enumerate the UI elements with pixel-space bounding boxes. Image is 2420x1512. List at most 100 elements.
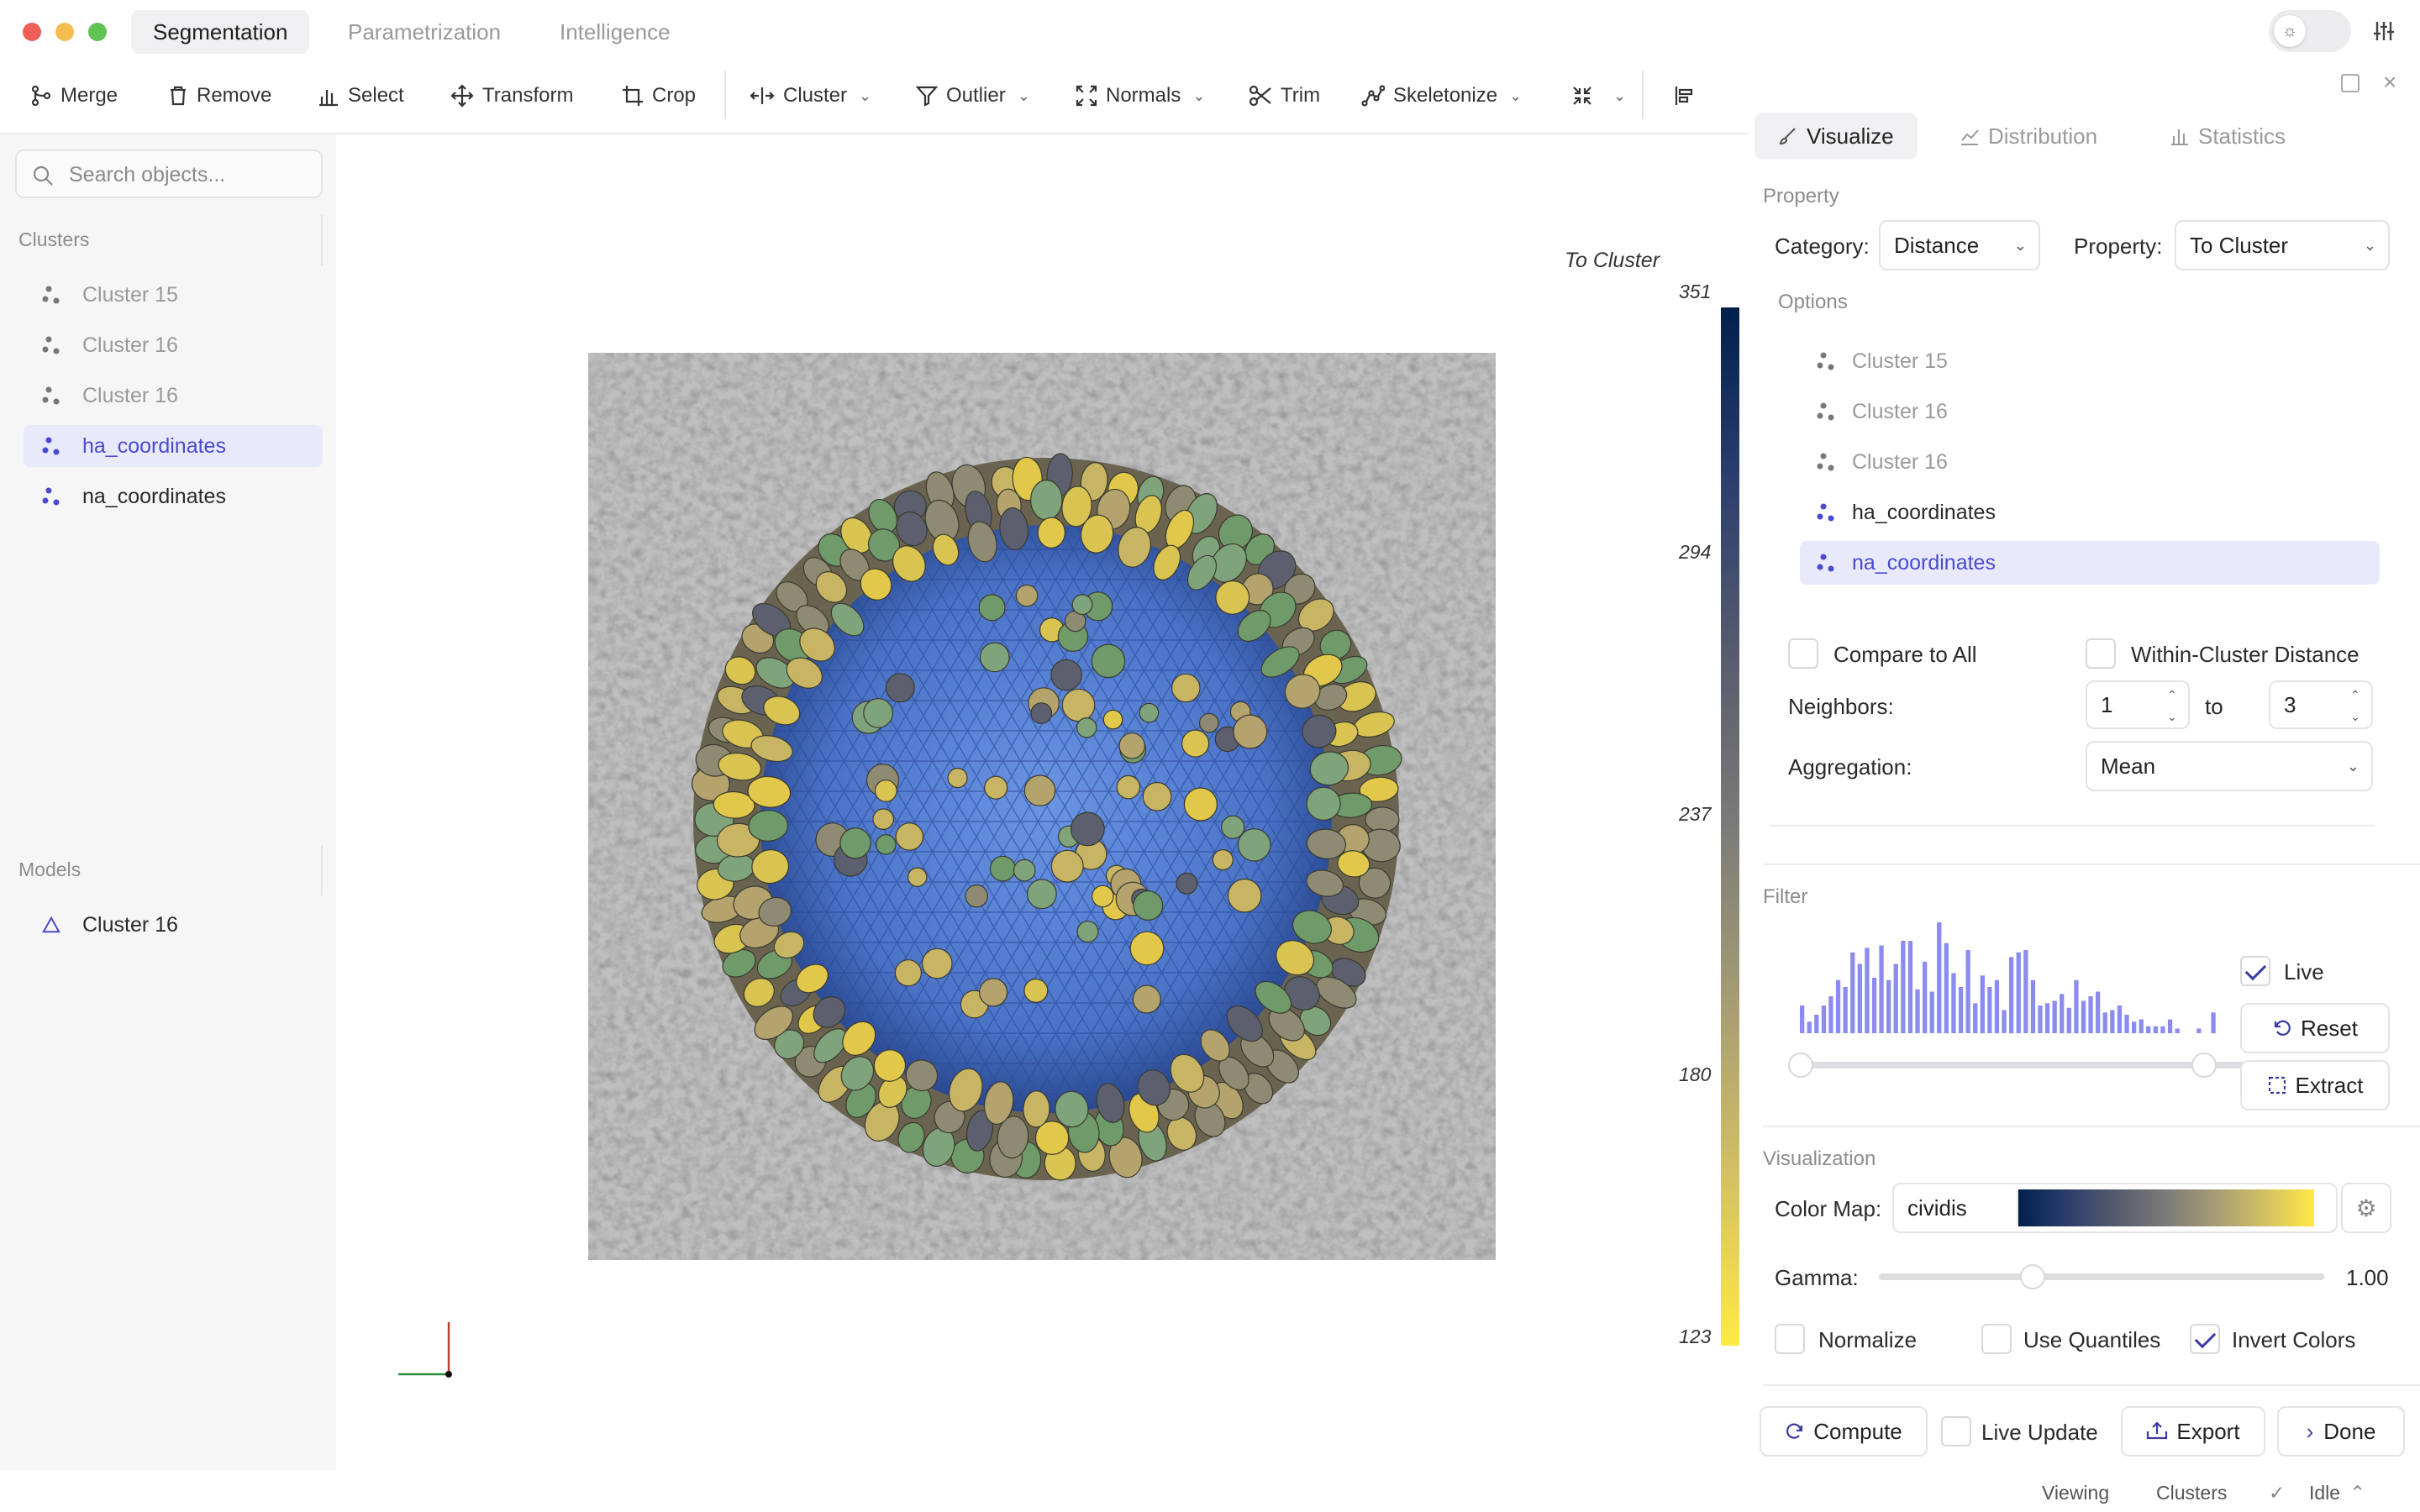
- colorbar-tick: 351: [1679, 281, 1712, 302]
- chevron-down-icon[interactable]: ⌄: [2161, 694, 2183, 739]
- triangle-icon: [42, 916, 60, 933]
- transform-button[interactable]: Transform: [450, 77, 573, 114]
- property-select[interactable]: To Cluster ⌄: [2175, 220, 2390, 270]
- tab-parametrization[interactable]: Parametrization: [326, 10, 523, 54]
- normalize-checkbox[interactable]: [1775, 1324, 1805, 1354]
- histogram-bar: [1893, 963, 1898, 1033]
- properties-panel: Visualize Distribution Statistics Proper…: [1748, 92, 2420, 1512]
- visualization-heading: Visualization: [1763, 1147, 1876, 1170]
- maximize-window-button[interactable]: [88, 23, 107, 41]
- gamma-slider-handle[interactable]: [2020, 1264, 2045, 1289]
- list-item[interactable]: ha_coordinates: [24, 425, 323, 467]
- live-checkbox[interactable]: [2240, 956, 2270, 986]
- merge-button[interactable]: Merge: [30, 77, 118, 114]
- trim-label: Trim: [1281, 84, 1321, 107]
- tab-segmentation[interactable]: Segmentation: [131, 10, 310, 54]
- list-item[interactable]: Cluster 16: [24, 375, 323, 417]
- options-heading: Options: [1778, 291, 1848, 313]
- cluster-label: Cluster: [783, 84, 848, 107]
- neighbors-to-stepper[interactable]: 3 ⌃ ⌄: [2269, 680, 2373, 729]
- within-cluster-checkbox[interactable]: [2086, 638, 2116, 669]
- search-input[interactable]: Search objects...: [15, 150, 323, 198]
- settings-sliders-icon[interactable]: [2371, 18, 2396, 44]
- done-button[interactable]: › Done: [2277, 1406, 2405, 1457]
- list-item[interactable]: na_coordinates: [24, 475, 323, 517]
- normals-dropdown[interactable]: Normals ⌄: [1076, 77, 1205, 114]
- close-window-button[interactable]: [23, 23, 41, 41]
- option-label: Cluster 16: [1852, 399, 1948, 423]
- align-button[interactable]: [1674, 77, 1704, 114]
- spike-mark: [908, 867, 928, 887]
- brush-icon: [1779, 128, 1796, 145]
- remove-button[interactable]: Remove: [168, 77, 271, 114]
- histogram-bar: [1835, 979, 1841, 1034]
- option-item[interactable]: Cluster 16: [1800, 390, 2380, 433]
- skeletonize-dropdown[interactable]: Skeletonize ⌄: [1361, 77, 1522, 114]
- chevron-down-icon: ⌄: [2363, 237, 2376, 254]
- status-idle[interactable]: Idle: [2309, 1482, 2340, 1504]
- range-slider[interactable]: [1788, 1053, 2270, 1078]
- tab-statistics[interactable]: Statistics: [2146, 113, 2309, 160]
- category-value: Distance: [1894, 233, 1980, 258]
- live-update-checkbox[interactable]: [1941, 1416, 1971, 1446]
- option-item[interactable]: na_coordinates: [1800, 541, 2380, 585]
- chevron-down-icon: ⌄: [1192, 87, 1206, 104]
- option-item[interactable]: Cluster 15: [1800, 339, 2380, 383]
- chevron-up-icon[interactable]: ⌃: [2349, 1482, 2365, 1504]
- crop-button[interactable]: Crop: [622, 77, 696, 114]
- spike-mark: [921, 948, 953, 979]
- compute-button[interactable]: Compute: [1760, 1406, 1928, 1457]
- extract-button[interactable]: Extract: [2240, 1060, 2390, 1110]
- spike-mark: [978, 594, 1006, 622]
- range-slider-max-handle[interactable]: [2191, 1053, 2217, 1078]
- histogram-bar: [2081, 1000, 2086, 1033]
- reset-label: Reset: [2301, 1015, 2358, 1041]
- cluster-dropdown[interactable]: Cluster ⌄: [750, 77, 871, 114]
- histogram-bar: [2096, 991, 2101, 1033]
- merge-icon: [31, 85, 51, 107]
- neighbors-to-label: to: [2205, 694, 2223, 719]
- histogram-bar: [1879, 945, 1884, 1033]
- aggregation-select[interactable]: Mean ⌄: [2086, 741, 2373, 791]
- histogram-bar: [2117, 1005, 2123, 1033]
- trim-button[interactable]: Trim: [1249, 77, 1320, 114]
- 3d-viewport[interactable]: To Cluster 351 294 237 180 123: [336, 134, 1748, 1470]
- list-item[interactable]: Cluster 15: [24, 274, 323, 316]
- colormap-select[interactable]: cividis: [1892, 1183, 2338, 1233]
- use-quantiles-checkbox[interactable]: [1981, 1324, 2012, 1354]
- theme-toggle[interactable]: ☼: [2269, 10, 2351, 52]
- export-button[interactable]: Export: [2121, 1406, 2265, 1457]
- gamma-slider[interactable]: [1879, 1264, 2324, 1289]
- clusters-heading: Clusters: [18, 228, 90, 250]
- reset-button[interactable]: Reset: [2240, 1003, 2390, 1053]
- histogram-bar: [2088, 996, 2093, 1033]
- colormap-value: cividis: [1907, 1195, 1967, 1221]
- option-item[interactable]: ha_coordinates: [1800, 491, 2380, 534]
- trash-icon: [171, 86, 186, 106]
- category-select[interactable]: Distance ⌄: [1879, 220, 2040, 270]
- search-placeholder: Search objects...: [69, 163, 226, 186]
- list-item[interactable]: Cluster 16: [24, 324, 323, 366]
- minimize-window-button[interactable]: [55, 23, 74, 41]
- range-slider-min-handle[interactable]: [1788, 1053, 1813, 1078]
- popout-icon[interactable]: [2341, 74, 2360, 92]
- compare-all-checkbox[interactable]: [1788, 638, 1818, 669]
- models-heading: Models: [18, 858, 82, 880]
- histogram-bar: [2196, 1028, 2202, 1033]
- chevron-down-icon: ⌄: [1509, 87, 1523, 104]
- tab-distribution[interactable]: Distribution: [1936, 113, 2121, 160]
- list-item[interactable]: Cluster 16: [24, 904, 323, 946]
- invert-colors-checkbox[interactable]: [2190, 1324, 2220, 1354]
- collapse-dropdown[interactable]: ⌄: [1571, 77, 1626, 114]
- tab-visualize[interactable]: Visualize: [1754, 113, 1918, 160]
- outlier-dropdown[interactable]: Outlier ⌄: [916, 77, 1030, 114]
- chevron-down-icon[interactable]: ⌄: [2344, 694, 2366, 739]
- option-item[interactable]: Cluster 16: [1800, 440, 2380, 484]
- neighbors-from-stepper[interactable]: 1 ⌃ ⌄: [2086, 680, 2190, 729]
- tab-intelligence[interactable]: Intelligence: [538, 10, 692, 54]
- scissors-icon: [1249, 85, 1271, 107]
- property-label: Property:: [2074, 234, 2163, 259]
- histogram-bar: [2146, 1026, 2151, 1034]
- colormap-settings-button[interactable]: ⚙: [2341, 1183, 2391, 1233]
- select-button[interactable]: Select: [318, 77, 404, 114]
